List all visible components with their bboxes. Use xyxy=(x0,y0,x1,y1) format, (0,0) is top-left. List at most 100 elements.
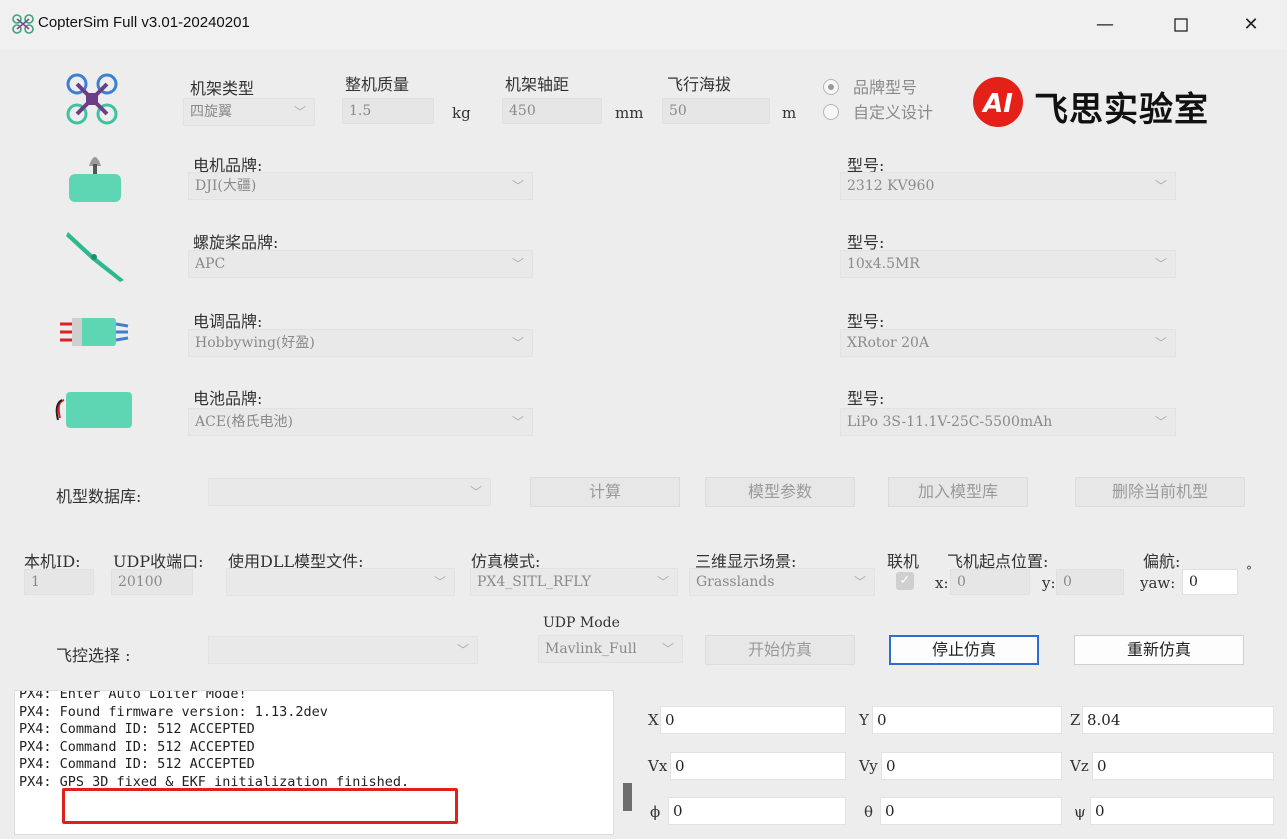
vx-state-field[interactable]: 0 xyxy=(670,752,846,780)
motor-brand-value: DJI(大疆) xyxy=(195,178,257,194)
z-state-label: Z xyxy=(1070,711,1081,729)
id-field[interactable]: 1 xyxy=(24,569,94,595)
y-state-field[interactable]: 0 xyxy=(872,706,1062,734)
window-title: CopterSim Full v3.01-20240201 xyxy=(38,14,250,31)
start-y-field[interactable]: 0 xyxy=(1056,569,1124,595)
propeller-model-value: 10x4.5MR xyxy=(847,256,920,272)
dll-select[interactable]: ﹀ xyxy=(226,568,455,596)
udp-port-field[interactable]: 20100 xyxy=(111,569,193,595)
radio-brand-label: 品牌型号 xyxy=(853,78,918,97)
battery-model-label: 型号: xyxy=(847,389,885,408)
propeller-brand-select[interactable]: APC ﹀ xyxy=(188,250,533,278)
chevron-down-icon: ﹀ xyxy=(456,643,469,657)
chevron-down-icon: ﹀ xyxy=(1154,336,1167,350)
radio-custom[interactable] xyxy=(823,104,839,120)
wheelbase-field[interactable]: 450 xyxy=(502,98,602,124)
start-sim-button[interactable]: 开始仿真 xyxy=(705,635,855,665)
wheelbase-unit: mm xyxy=(615,104,644,122)
frame-type-select[interactable]: 四旋翼 ﹀ xyxy=(183,98,315,126)
chevron-down-icon: ﹀ xyxy=(656,575,669,589)
restart-sim-button[interactable]: 重新仿真 xyxy=(1074,635,1244,665)
x-state-label: X xyxy=(648,711,659,729)
vx-state-label: Vx xyxy=(648,757,668,775)
esc-model-value: XRotor 20A xyxy=(847,335,930,351)
y-label: y: xyxy=(1042,574,1056,592)
phi-state-field[interactable]: 0 xyxy=(668,797,846,825)
radio-brand[interactable] xyxy=(823,79,839,95)
log-line: PX4: Command ID: 512 ACCEPTED xyxy=(19,738,255,755)
esc-icon xyxy=(58,314,130,354)
battery-icon xyxy=(52,388,134,436)
logo-mark: AI xyxy=(972,76,1024,132)
altitude-field[interactable]: 50 xyxy=(662,98,770,124)
log-scrollbar-thumb[interactable] xyxy=(623,783,632,811)
chevron-down-icon: ﹀ xyxy=(661,642,674,656)
vz-state-label: Vz xyxy=(1070,757,1089,775)
chevron-down-icon: ﹀ xyxy=(511,415,524,429)
chevron-down-icon: ﹀ xyxy=(511,336,524,350)
delete-model-button[interactable]: 删除当前机型 xyxy=(1075,477,1245,507)
stop-sim-button[interactable]: 停止仿真 xyxy=(889,635,1039,665)
motor-model-value: 2312 KV960 xyxy=(847,178,935,194)
sim-mode-select[interactable]: PX4_SITL_RFLY ﹀ xyxy=(470,568,678,596)
altitude-label: 飞行海拔 xyxy=(667,75,732,94)
psi-state-field[interactable]: 0 xyxy=(1090,797,1274,825)
motor-icon xyxy=(66,150,124,210)
phi-state-label: ϕ xyxy=(650,803,661,821)
scene-value: Grasslands xyxy=(696,574,775,590)
mass-unit: kg xyxy=(452,104,471,122)
scene-select[interactable]: Grasslands ﹀ xyxy=(689,568,875,596)
mass-field[interactable]: 1.5 xyxy=(342,98,434,124)
propeller-brand-value: APC xyxy=(195,256,226,272)
logo-text: 飞思实验室 xyxy=(1034,90,1209,130)
link-checkbox[interactable]: ✓ xyxy=(896,572,914,590)
close-icon[interactable]: ✕ xyxy=(1228,8,1274,42)
y-state-label: Y xyxy=(859,711,869,729)
yaw-label: yaw: xyxy=(1140,574,1176,592)
esc-model-select[interactable]: XRotor 20A ﹀ xyxy=(840,329,1176,357)
psi-state-label: ψ xyxy=(1074,803,1086,821)
log-line: PX4: Found firmware version: 1.13.2dev xyxy=(19,703,328,720)
calculate-button[interactable]: 计算 xyxy=(530,477,680,507)
udp-mode-select[interactable]: Mavlink_Full ﹀ xyxy=(538,635,683,663)
vz-state-field[interactable]: 0 xyxy=(1092,752,1274,780)
z-state-field[interactable]: 8.04 xyxy=(1082,706,1274,734)
battery-brand-select[interactable]: ACE(格氏电池) ﹀ xyxy=(188,408,533,436)
propeller-model-select[interactable]: 10x4.5MR ﹀ xyxy=(840,250,1176,278)
fc-select[interactable]: ﹀ xyxy=(208,636,478,664)
frame-type-label: 机架类型 xyxy=(190,79,255,98)
database-select[interactable]: ﹀ xyxy=(208,478,491,506)
chevron-down-icon: ﹀ xyxy=(1154,415,1167,429)
logo-mark-text: AI xyxy=(981,89,1013,119)
chevron-down-icon: ﹀ xyxy=(469,485,482,499)
propeller-icon xyxy=(64,226,128,288)
start-x-field[interactable]: 0 xyxy=(950,569,1030,595)
quadcopter-icon xyxy=(64,72,120,130)
x-state-field[interactable]: 0 xyxy=(660,706,846,734)
sim-mode-value: PX4_SITL_RFLY xyxy=(477,574,591,590)
yaw-field[interactable]: 0 xyxy=(1182,569,1238,595)
log-line: PX4: Command ID: 512 ACCEPTED xyxy=(19,721,255,737)
chevron-down-icon: ﹀ xyxy=(293,105,306,119)
vy-state-field[interactable]: 0 xyxy=(881,752,1062,780)
model-params-button[interactable]: 模型参数 xyxy=(705,477,855,507)
battery-brand-label: 电池品牌: xyxy=(193,389,263,408)
add-to-library-button[interactable]: 加入模型库 xyxy=(888,477,1028,507)
esc-brand-value: Hobbywing(好盈) xyxy=(195,335,315,351)
esc-brand-select[interactable]: Hobbywing(好盈) ﹀ xyxy=(188,329,533,357)
chevron-down-icon: ﹀ xyxy=(853,575,866,589)
chevron-down-icon: ﹀ xyxy=(1154,179,1167,193)
motor-model-select[interactable]: 2312 KV960 ﹀ xyxy=(840,172,1176,200)
radio-custom-label: 自定义设计 xyxy=(853,103,934,122)
fc-label: 飞控选择 : xyxy=(56,646,131,665)
minimize-icon[interactable]: — xyxy=(1082,8,1128,42)
maximize-icon[interactable] xyxy=(1158,8,1204,42)
frame-type-value: 四旋翼 xyxy=(190,104,232,120)
theta-state-field[interactable]: 0 xyxy=(880,797,1062,825)
chevron-down-icon: ﹀ xyxy=(511,179,524,193)
motor-brand-select[interactable]: DJI(大疆) ﹀ xyxy=(188,172,533,200)
battery-model-select[interactable]: LiPo 3S-11.1V-25C-5500mAh ﹀ xyxy=(840,408,1176,436)
log-scrollbar[interactable] xyxy=(620,690,634,835)
database-label: 机型数据库: xyxy=(56,487,142,506)
log-line: PX4: Enter Auto Loiter Mode! xyxy=(19,690,247,702)
